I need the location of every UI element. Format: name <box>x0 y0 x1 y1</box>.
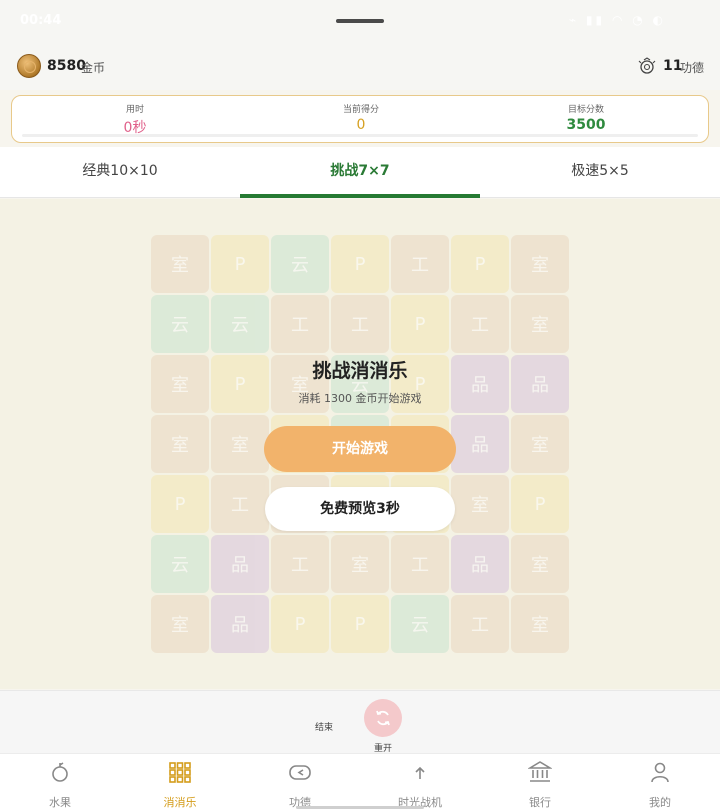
board-tile[interactable]: 云 <box>211 295 269 353</box>
status-icons: ⌁ ▮▮ ◠ ◔ ◐ <box>568 13 666 27</box>
plane-icon <box>415 766 425 779</box>
target-score-label: 目标分数 <box>567 105 604 115</box>
board-tile[interactable]: 品 <box>211 595 269 653</box>
merit-icon <box>638 57 656 74</box>
nav-item-fighter[interactable]: 时光战机 <box>380 760 460 810</box>
board-tile[interactable]: 工 <box>451 295 509 353</box>
current-score-stat: 当前得分 0 <box>301 102 421 133</box>
board-tile[interactable]: 室 <box>511 235 569 293</box>
fruit-icon <box>52 762 68 782</box>
nav-label-fruit: 水果 <box>49 796 71 809</box>
nav-item-mine[interactable]: 我的 <box>620 760 700 810</box>
nav-label-mine: 我的 <box>649 796 671 809</box>
top-bar: 8580 金币 11 功德 <box>0 44 720 90</box>
start-game-button[interactable]: 开始游戏 <box>264 426 456 472</box>
active-tab-indicator <box>240 194 480 198</box>
board-tile[interactable]: 室 <box>151 415 209 473</box>
tab-speed[interactable]: 极速5×5 <box>480 147 720 197</box>
refresh-icon <box>376 710 390 726</box>
current-score-value: 0 <box>356 117 366 133</box>
board-tile[interactable]: 室 <box>511 535 569 593</box>
board-tile[interactable]: 品 <box>511 355 569 413</box>
board-tile[interactable]: P <box>451 235 509 293</box>
board-tile[interactable]: 品 <box>451 415 509 473</box>
board-tile[interactable]: 云 <box>151 295 209 353</box>
board-tile[interactable]: P <box>331 595 389 653</box>
target-score-stat: 目标分数 3500 <box>526 102 646 133</box>
board-tile[interactable]: 室 <box>511 595 569 653</box>
board-tile[interactable]: 工 <box>391 535 449 593</box>
score-progress-track <box>22 134 698 137</box>
free-preview-button[interactable]: 免费预览3秒 <box>265 487 455 531</box>
nav-item-match[interactable]: 消消乐 <box>140 760 220 810</box>
board-tile[interactable]: 云 <box>151 535 209 593</box>
target-score-value: 3500 <box>566 117 606 133</box>
fish-icon <box>289 765 311 780</box>
overlay-subtitle: 消耗 1300 金币开始游戏 <box>298 392 422 405</box>
board-tile[interactable]: P <box>211 235 269 293</box>
tab-challenge[interactable]: 挑战7×7 <box>240 147 480 197</box>
tab-classic[interactable]: 经典10×10 <box>0 147 240 197</box>
board-tile[interactable]: 工 <box>451 595 509 653</box>
nav-item-bank[interactable]: 银行 <box>500 760 580 810</box>
coin-icon <box>17 54 41 78</box>
nav-item-merit[interactable]: 功德 <box>260 760 340 810</box>
end-button[interactable]: 结束 <box>315 720 333 733</box>
board-tile[interactable]: 云 <box>391 595 449 653</box>
board-tile[interactable]: 室 <box>511 295 569 353</box>
restart-button[interactable] <box>364 699 402 737</box>
control-bar: 结束 重开 <box>0 690 720 754</box>
board-tile[interactable]: 品 <box>211 535 269 593</box>
board-tile[interactable]: 室 <box>451 475 509 533</box>
board-tile[interactable]: P <box>151 475 209 533</box>
current-score-label: 当前得分 <box>342 105 379 115</box>
board-tile[interactable]: 工 <box>211 475 269 533</box>
board-tile[interactable]: 云 <box>271 235 329 293</box>
board-tile[interactable]: 工 <box>331 295 389 353</box>
board-tile[interactable]: P <box>391 295 449 353</box>
board-tile[interactable]: 室 <box>211 415 269 473</box>
board-tile[interactable]: 品 <box>451 535 509 593</box>
board-tile[interactable]: 室 <box>151 355 209 413</box>
board-tile[interactable]: 工 <box>391 235 449 293</box>
board-tile[interactable]: P <box>331 235 389 293</box>
bottom-nav: 水果 消消乐 功德 时光战机 银行 我的 <box>0 753 720 812</box>
grid-icon <box>169 762 191 783</box>
bank-icon <box>527 761 553 782</box>
user-icon <box>651 762 669 783</box>
board-tile[interactable]: P <box>271 595 329 653</box>
time-stat: 用时 0秒 <box>75 102 195 137</box>
board-tile[interactable]: 室 <box>511 415 569 473</box>
board-tile[interactable]: 室 <box>151 235 209 293</box>
board-tile[interactable]: P <box>511 475 569 533</box>
status-time: 00:44 <box>20 13 62 28</box>
time-label: 用时 <box>125 105 144 115</box>
coin-unit: 金币 <box>81 61 106 75</box>
nav-label-bank: 银行 <box>529 796 551 809</box>
status-bar: 00:44 ⌁ ▮▮ ◠ ◔ ◐ <box>0 0 720 44</box>
board-tile[interactable]: 工 <box>271 535 329 593</box>
board-tile[interactable]: 室 <box>151 595 209 653</box>
board-tile[interactable]: 工 <box>271 295 329 353</box>
mode-tabs: 经典10×10 挑战7×7 极速5×5 <box>0 147 720 198</box>
nav-item-fruit[interactable]: 水果 <box>20 760 100 810</box>
notch-handle <box>336 19 384 23</box>
overlay-title: 挑战消消乐 <box>312 360 408 382</box>
nav-label-match: 消消乐 <box>163 796 197 809</box>
score-panel: 用时 0秒 当前得分 0 目标分数 3500 <box>11 95 709 143</box>
home-indicator <box>296 806 424 809</box>
merit-unit: 功德 <box>680 61 705 75</box>
board-tile[interactable]: 室 <box>331 535 389 593</box>
